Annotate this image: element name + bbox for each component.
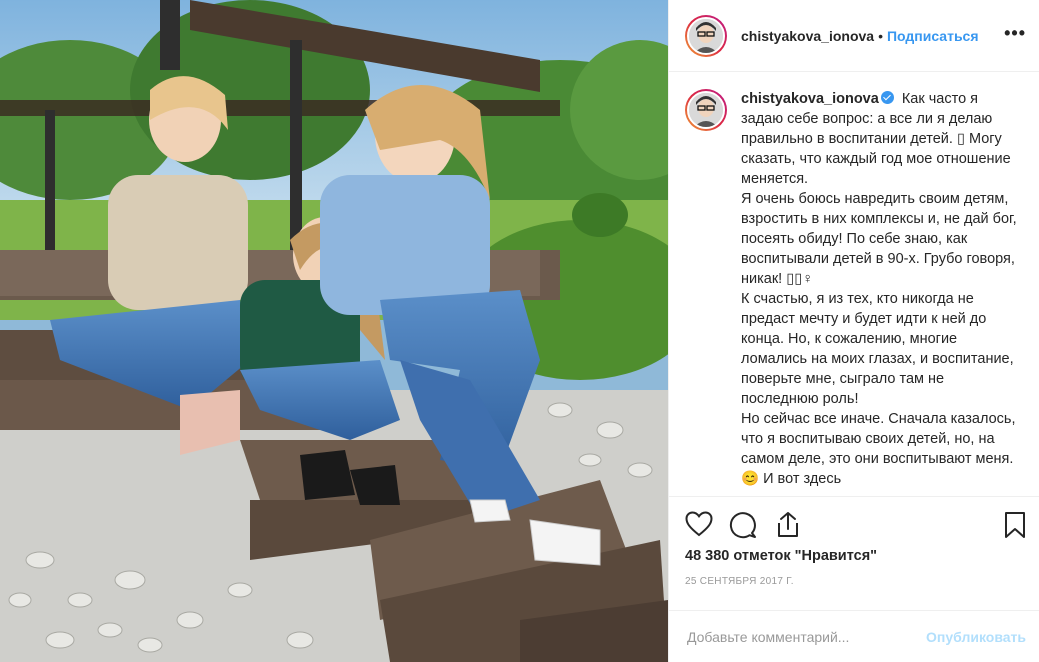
avatar-portrait-icon bbox=[689, 18, 723, 53]
separator-dot: • bbox=[878, 27, 883, 44]
verified-badge-icon bbox=[880, 91, 894, 104]
author-username[interactable]: chistyakova_ionova bbox=[741, 28, 874, 44]
comment-icon[interactable] bbox=[729, 511, 757, 542]
post-header: chistyakova_ionova • Подписаться ••• bbox=[669, 0, 1039, 72]
avatar-image bbox=[687, 16, 725, 55]
post-actions-bar bbox=[669, 496, 1039, 556]
avatar-portrait-icon bbox=[689, 93, 723, 127]
caption-username[interactable]: chistyakova_ionova bbox=[741, 91, 879, 107]
author-avatar[interactable] bbox=[685, 14, 727, 57]
bookmark-icon[interactable] bbox=[1003, 511, 1027, 542]
post-photo-illustration bbox=[0, 0, 668, 662]
post-side-panel: chistyakova_ionova • Подписаться ••• chi… bbox=[668, 0, 1039, 662]
caption-paragraph: Но сейчас все иначе. Сначала казалось, ч… bbox=[741, 411, 1016, 487]
share-icon[interactable] bbox=[775, 511, 801, 542]
post-caption: chistyakova_ionova Как часто я задаю себ… bbox=[741, 89, 1024, 496]
caption-scroll-area[interactable]: chistyakova_ionova Как часто я задаю себ… bbox=[669, 73, 1039, 496]
caption-paragraph: Я очень боюсь навредить своим детям, взр… bbox=[741, 191, 1017, 287]
caption-author-avatar[interactable] bbox=[685, 89, 727, 131]
likes-count[interactable]: 48 380 отметок "Нравится" bbox=[685, 548, 877, 564]
caption-paragraph: chistyakova_ionova Как часто я задаю себ… bbox=[741, 91, 1011, 187]
comment-form: Опубликовать bbox=[669, 610, 1039, 662]
post-photo[interactable] bbox=[0, 0, 668, 662]
avatar-image bbox=[687, 91, 725, 129]
follow-button[interactable]: Подписаться bbox=[887, 28, 979, 44]
caption-paragraph: К счастью, я из тех, кто никогда не пред… bbox=[741, 291, 1014, 407]
post-date: 25 СЕНТЯБРЯ 2017 Г. bbox=[685, 576, 794, 587]
comment-input[interactable] bbox=[687, 628, 917, 645]
publish-button[interactable]: Опубликовать bbox=[926, 629, 1026, 645]
more-options-icon[interactable]: ••• bbox=[1004, 24, 1026, 42]
heart-icon[interactable] bbox=[685, 511, 713, 540]
